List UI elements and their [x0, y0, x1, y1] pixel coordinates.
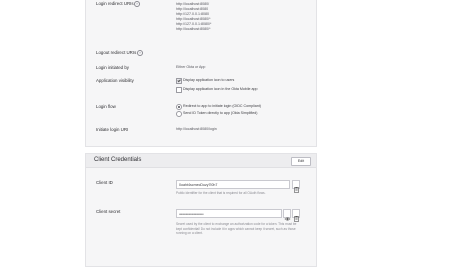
client-id-label: Client ID — [96, 180, 113, 185]
display-icon-users-checkbox[interactable] — [176, 78, 182, 84]
visibility-option-label: Display application icon in the Okta Mob… — [183, 87, 258, 91]
show-secret-button[interactable] — [283, 209, 291, 221]
app-settings-panel: Login redirect URIs ? http://localhost:8… — [85, 0, 317, 147]
initiate-login-value: http://localhost:8080/login — [176, 127, 217, 131]
client-credentials-panel: Client Credentials Edit Client ID 0oaht4… — [85, 153, 317, 267]
client-secret-help: Secret used by the client to exchange an… — [176, 222, 297, 235]
panel-header: Client Credentials Edit — [86, 154, 316, 168]
login-initiated-value: Either Okta or App — [176, 65, 206, 69]
login-initiated-label: Login initiated by — [96, 65, 129, 70]
panel-title: Client Credentials — [94, 157, 142, 163]
edit-button[interactable]: Edit — [291, 156, 311, 166]
redirect-uri: http://localhost:8080/* — [176, 27, 211, 31]
login-flow-label: Login flow — [96, 104, 116, 109]
display-icon-mobile-checkbox[interactable] — [176, 87, 182, 93]
app-visibility-label: Application visibility — [96, 78, 134, 83]
client-id-field[interactable]: 0oaht4scmecDuzy7l0h7 — [176, 180, 290, 189]
visibility-option-label: Display application icon to users — [183, 78, 235, 82]
client-id-help: Public identifier for the client that is… — [176, 191, 266, 195]
redirect-to-app-radio[interactable] — [176, 104, 182, 110]
login-redirect-label: Login redirect URIs — [96, 1, 134, 6]
initiate-login-label: Initiate login URI — [96, 127, 129, 132]
copy-secret-button[interactable] — [292, 209, 300, 222]
client-secret-label: Client secret — [96, 209, 121, 214]
client-secret-field[interactable]: •••••••••••••••••••••••••••••••••••••••• — [176, 209, 282, 218]
help-icon[interactable]: ? — [137, 50, 143, 56]
login-flow-option-label: Send ID Token directly to app (Okta Simp… — [183, 111, 258, 115]
help-icon[interactable]: ? — [134, 1, 140, 7]
logout-redirect-label: Logout redirect URIs — [96, 50, 137, 55]
send-id-token-radio[interactable] — [176, 111, 182, 117]
copy-client-id-button[interactable] — [292, 180, 300, 193]
login-flow-option-label: Redirect to app to initiate login (OIDC … — [183, 104, 261, 108]
